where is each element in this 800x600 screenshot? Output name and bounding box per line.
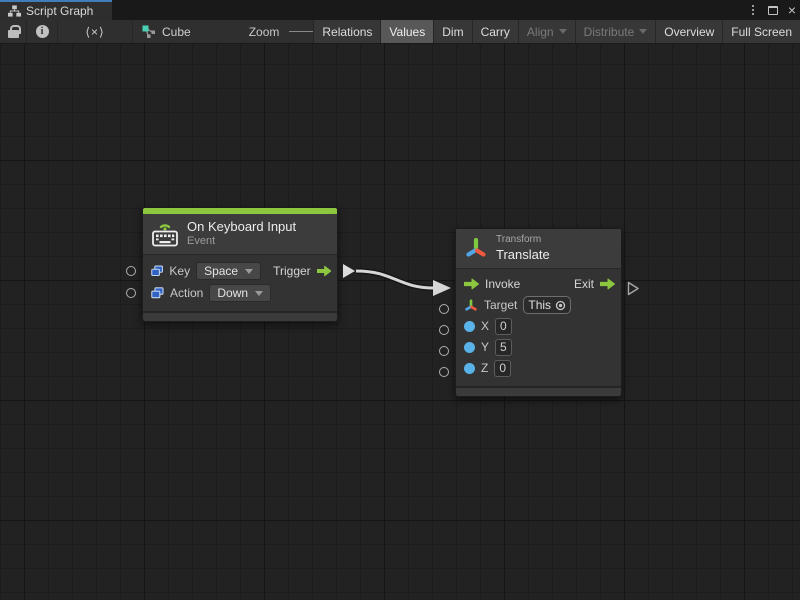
node-title: On Keyboard Input xyxy=(187,219,296,235)
chevron-down-icon xyxy=(639,29,647,34)
invoke-label: Invoke xyxy=(485,277,520,291)
inspect-button[interactable]: i xyxy=(27,20,58,43)
node-subtitle: Event xyxy=(187,235,296,249)
lock-button[interactable] xyxy=(0,20,27,43)
y-row: Y 5 xyxy=(464,337,615,358)
port-y-input[interactable] xyxy=(439,346,449,356)
node-title: Translate xyxy=(496,247,550,263)
wire-arrowhead-icon xyxy=(433,280,451,296)
tab-script-graph[interactable]: Script Graph xyxy=(0,0,112,20)
transform-mini-icon xyxy=(464,299,478,312)
dim-button[interactable]: Dim xyxy=(433,20,471,43)
flow-arrow-icon xyxy=(317,265,331,277)
script-graph-window: Script Graph × i ⟨×⟩ xyxy=(0,0,800,600)
preview-code-button[interactable]: ⟨×⟩ xyxy=(58,20,133,43)
port-exit-output[interactable] xyxy=(627,281,640,296)
z-row: Z 0 xyxy=(464,358,615,379)
object-picker-icon xyxy=(555,300,566,311)
z-value-field[interactable]: 0 xyxy=(494,360,511,377)
translate-node-header: Transform Translate xyxy=(456,229,621,269)
invoke-row: Invoke Exit xyxy=(464,274,615,295)
zoom-label: Zoom xyxy=(249,25,280,39)
port-trigger-output[interactable] xyxy=(343,264,355,278)
overview-button[interactable]: Overview xyxy=(655,20,722,43)
port-x-input[interactable] xyxy=(439,325,449,335)
node-on-keyboard-input[interactable]: On Keyboard Input Event Key Space xyxy=(142,207,338,322)
float-port-icon xyxy=(464,321,475,332)
port-z-input[interactable] xyxy=(439,367,449,377)
align-button[interactable]: Align xyxy=(518,20,575,43)
wire-layer xyxy=(0,44,800,600)
chevron-down-icon xyxy=(245,269,253,274)
key-dropdown[interactable]: Space xyxy=(196,262,261,280)
code-brackets-icon: ⟨×⟩ xyxy=(85,25,104,39)
float-port-icon xyxy=(464,342,475,353)
target-row: Target This xyxy=(464,295,615,316)
window-controls: × xyxy=(748,0,796,20)
action-row: Action Down xyxy=(151,282,331,304)
tab-bar: Script Graph × xyxy=(0,0,800,20)
graph-target-label[interactable]: Cube xyxy=(162,25,191,39)
action-dropdown[interactable]: Down xyxy=(209,284,271,302)
tab-title: Script Graph xyxy=(26,4,93,18)
trigger-label: Trigger xyxy=(273,264,311,278)
keyboard-node-body: Key Space Trigger Act xyxy=(143,255,337,311)
x-row: X 0 xyxy=(464,316,615,337)
target-value-chip[interactable]: This xyxy=(523,296,571,314)
distribute-button[interactable]: Distribute xyxy=(575,20,656,43)
translate-node-footer xyxy=(456,386,621,396)
key-row: Key Space Trigger xyxy=(151,260,331,282)
keyboard-node-header: On Keyboard Input Event xyxy=(143,214,337,255)
y-value-field[interactable]: 5 xyxy=(495,339,512,356)
relations-button[interactable]: Relations xyxy=(313,20,380,43)
keyboard-node-footer xyxy=(143,311,337,321)
kebab-menu-icon[interactable] xyxy=(748,3,758,17)
close-icon[interactable]: × xyxy=(788,3,796,17)
toolbar-left-group: i ⟨×⟩ xyxy=(0,20,133,43)
chevron-down-icon xyxy=(255,291,263,296)
graph-canvas[interactable]: On Keyboard Input Event Key Space xyxy=(0,44,800,600)
carry-button[interactable]: Carry xyxy=(472,20,518,43)
y-label: Y xyxy=(481,340,489,354)
graph-icon xyxy=(8,5,21,17)
x-value-field[interactable]: 0 xyxy=(495,318,512,335)
action-label: Action xyxy=(170,286,203,300)
key-label: Key xyxy=(169,264,190,278)
info-icon: i xyxy=(36,25,49,38)
wire-trigger-to-invoke xyxy=(356,271,434,288)
maximize-icon[interactable] xyxy=(768,6,778,15)
x-label: X xyxy=(481,319,489,333)
keyboard-event-icon xyxy=(151,221,179,247)
value-input-icon xyxy=(151,287,164,299)
port-target-input[interactable] xyxy=(439,304,449,314)
port-action-input[interactable] xyxy=(126,288,136,298)
node-translate[interactable]: Transform Translate Invoke Exit xyxy=(455,228,622,397)
value-input-icon xyxy=(151,265,163,277)
exit-label: Exit xyxy=(574,277,594,291)
transform-icon xyxy=(464,237,488,259)
node-category: Transform xyxy=(496,234,550,247)
fullscreen-button[interactable]: Full Screen xyxy=(722,20,800,43)
lock-icon xyxy=(8,30,19,38)
target-label: Target xyxy=(484,298,517,312)
flow-arrow-icon xyxy=(600,278,615,290)
translate-node-body: Invoke Exit Target This xyxy=(456,269,621,386)
graph-toolbar: i ⟨×⟩ Cube Zoom 1x Relations xyxy=(0,20,800,44)
wire-outline xyxy=(356,271,434,288)
flow-arrow-icon xyxy=(464,278,479,290)
toolbar-right-group: Relations Values Dim Carry Align Distrib… xyxy=(313,20,800,43)
float-port-icon xyxy=(464,363,475,374)
values-button[interactable]: Values xyxy=(380,20,433,43)
port-key-input[interactable] xyxy=(126,266,136,276)
graph-target-icon xyxy=(142,25,156,38)
chevron-down-icon xyxy=(559,29,567,34)
z-label: Z xyxy=(481,361,488,375)
